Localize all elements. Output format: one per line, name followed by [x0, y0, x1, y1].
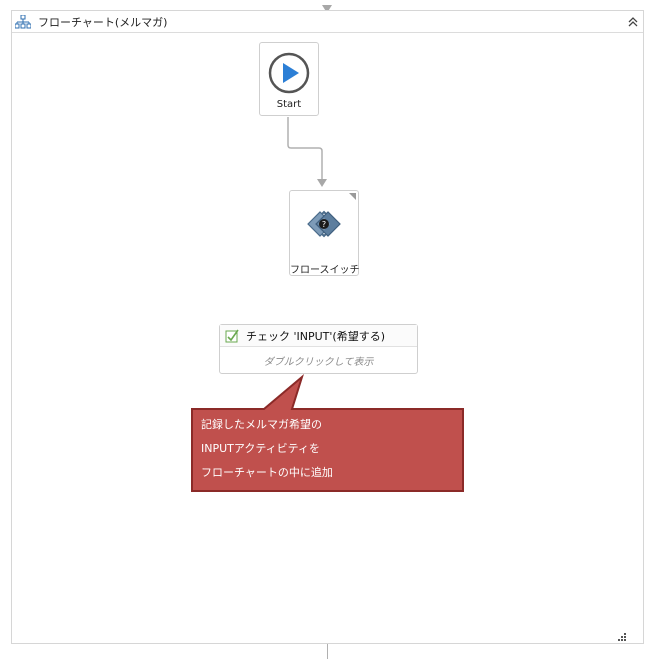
- annotation-callout-bubble: [191, 374, 464, 492]
- callout-line: 記録したメルマガ希望の: [201, 418, 322, 431]
- annotation-callout-text: 記録したメルマガ希望の INPUTアクティビティを フローチャートの中に追加: [201, 413, 333, 485]
- callout-line: INPUTアクティビティを: [201, 442, 321, 455]
- callout-line: フローチャートの中に追加: [201, 466, 333, 479]
